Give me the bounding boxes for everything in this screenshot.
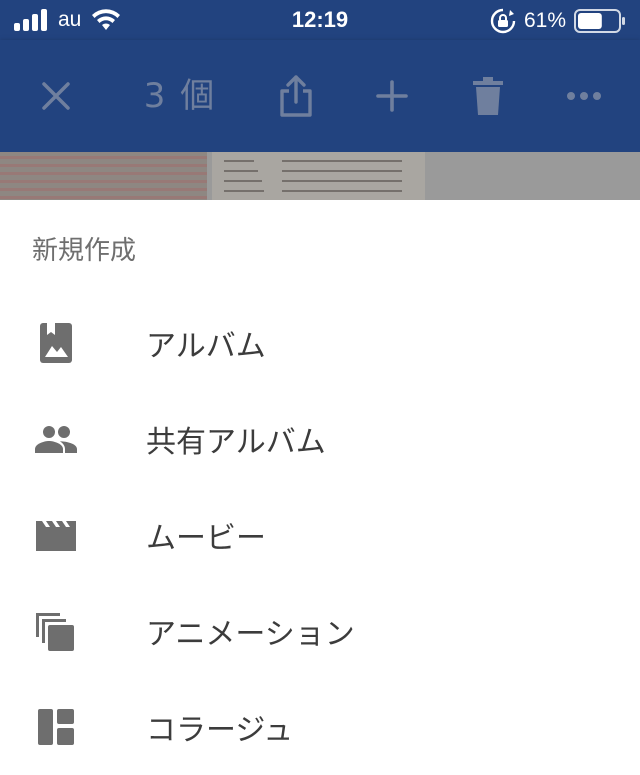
sheet-title: 新規作成 [32,236,137,266]
status-right: 61% [490,8,626,34]
close-icon [42,82,70,110]
create-new-sheet: 新規作成 アルバム 共有アルバム ムービー アニメーション コラージュ [0,200,640,768]
menu-item-label: アニメーション [146,617,355,652]
more-icon [567,92,601,100]
menu-item-movie[interactable]: ムービー [0,487,640,583]
photo-grid-background [0,152,640,200]
battery-icon [574,9,625,33]
trash-icon [473,77,503,115]
collage-icon [38,709,74,745]
selection-app-bar: 3 個 [0,40,640,152]
menu-item-animation[interactable]: アニメーション [0,583,640,679]
add-icon [376,80,408,112]
menu-item-album[interactable]: アルバム [0,295,640,391]
animation-icon [36,613,74,651]
close-button[interactable] [26,40,86,152]
menu-item-label: アルバム [146,329,266,364]
selection-count: 3 個 [143,76,217,116]
share-icon [280,75,312,117]
delete-button[interactable] [458,40,518,152]
menu-item-label: コラージュ [146,713,294,748]
menu-item-shared-album[interactable]: 共有アルバム [0,391,640,487]
battery-percent: 61% [523,9,566,32]
status-bar: au 12:19 61% [0,0,640,40]
menu-item-collage[interactable]: コラージュ [0,679,640,775]
share-button[interactable] [266,40,326,152]
movie-icon [36,521,76,551]
rotation-lock-icon [490,8,516,34]
add-button[interactable] [362,40,422,152]
more-options-button[interactable] [554,40,614,152]
empty-grid-cell [425,152,640,200]
album-icon [40,323,72,363]
photo-thumbnail [0,152,207,200]
menu-item-label: ムービー [146,521,266,556]
people-icon [35,426,77,453]
menu-item-label: 共有アルバム [146,425,326,460]
photo-thumbnail [212,152,425,200]
